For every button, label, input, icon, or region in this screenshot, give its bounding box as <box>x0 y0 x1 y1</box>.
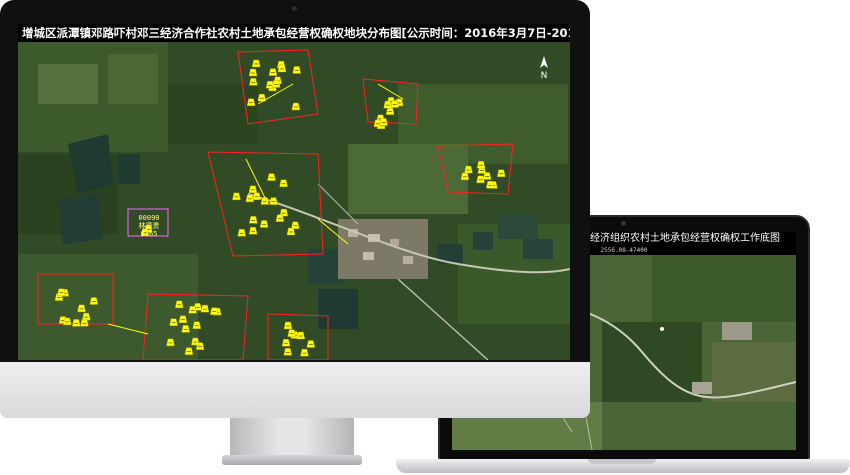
parcel-marker[interactable] <box>77 304 86 313</box>
parcel-marker[interactable] <box>249 78 258 86</box>
parcel-marker[interactable] <box>251 59 261 68</box>
parcel-marker[interactable] <box>62 317 72 326</box>
parcel-marker[interactable] <box>286 227 296 236</box>
map-title: 增城区派潭镇邓路吓村邓三经济合作社农村土地承包经营权确权地块分布图[公示时间：2… <box>18 24 570 42</box>
parcel-marker[interactable] <box>57 288 66 296</box>
parcel-marker[interactable] <box>383 100 392 109</box>
parcel-marker[interactable] <box>72 319 81 327</box>
parcel-marker[interactable] <box>174 300 184 309</box>
parcel-marker[interactable] <box>169 318 178 326</box>
parcel-marker[interactable] <box>476 161 486 169</box>
parcel-marker[interactable] <box>482 172 492 180</box>
parcel-marker[interactable] <box>248 185 258 194</box>
parcel-marker[interactable] <box>210 307 219 315</box>
parcel-marker[interactable] <box>279 179 288 187</box>
parcel-marker[interactable] <box>296 331 306 340</box>
parcel-marker[interactable] <box>275 214 285 222</box>
parcel-marker[interactable] <box>249 216 258 224</box>
monitor-stand-neck <box>230 418 354 460</box>
parcel-marker[interactable] <box>82 312 91 321</box>
parcel-marker[interactable] <box>246 98 256 106</box>
parcel-marker[interactable] <box>89 297 99 305</box>
parcel-marker[interactable] <box>271 80 281 88</box>
parcel-marker[interactable] <box>283 321 293 330</box>
parcel-marker[interactable] <box>192 321 202 329</box>
north-label: N <box>540 71 548 81</box>
satellite-map[interactable] <box>18 24 570 360</box>
parcel-marker[interactable] <box>232 192 241 201</box>
parcel-marker[interactable] <box>245 194 255 203</box>
parcel-marker[interactable] <box>188 306 197 314</box>
parcel-marker[interactable] <box>283 348 293 356</box>
parcel-marker[interactable] <box>292 66 301 74</box>
parcel-marker[interactable] <box>269 197 278 205</box>
parcel-marker[interactable] <box>306 340 316 348</box>
parcel-marker[interactable] <box>379 118 388 126</box>
north-arrow-icon: N <box>539 56 549 81</box>
monitor-camera <box>292 6 297 11</box>
parcel-marker[interactable] <box>268 68 278 76</box>
parcel-marker[interactable] <box>300 348 309 357</box>
parcel-marker[interactable] <box>200 304 210 313</box>
parcel-marker[interactable] <box>166 338 175 347</box>
parcel-marker[interactable] <box>291 102 301 111</box>
parcel-marker[interactable] <box>464 165 473 174</box>
parcel-marker[interactable] <box>281 339 291 347</box>
parcel-marker[interactable] <box>460 172 470 181</box>
monitor-chin <box>0 362 590 418</box>
parcel-owner: 林德贵 <box>138 222 160 230</box>
parcel-marker[interactable] <box>248 227 258 235</box>
monitor-screen: 增城区派潭镇邓路吓村邓三经济合作社农村土地承包经营权确权地块分布图[公示时间：2… <box>18 24 570 360</box>
parcel-marker[interactable] <box>178 315 188 323</box>
parcel-marker[interactable] <box>287 329 296 337</box>
parcel-id: 00090 <box>138 214 160 222</box>
parcel-marker[interactable] <box>485 181 495 189</box>
parcel-marker[interactable] <box>181 325 190 333</box>
parcel-marker[interactable] <box>267 173 276 181</box>
parcel-marker[interactable] <box>476 175 485 184</box>
parcel-marker[interactable] <box>237 229 246 237</box>
parcel-area: 6.65 <box>140 230 158 238</box>
parcel-marker[interactable] <box>184 347 194 355</box>
parcel-marker[interactable] <box>80 319 89 327</box>
parcel-label[interactable]: 00090 林德贵 6.65 <box>129 214 169 238</box>
parcel-marker[interactable] <box>390 100 399 108</box>
parcel-marker[interactable] <box>248 68 258 77</box>
parcel-marker[interactable] <box>385 107 395 115</box>
laptop-notch <box>588 459 656 464</box>
laptop-camera <box>621 221 626 226</box>
parcel-marker[interactable] <box>291 221 300 229</box>
monitor-stand-foot <box>222 455 362 465</box>
parcel-marker[interactable] <box>252 192 261 200</box>
parcel-marker[interactable] <box>277 64 287 73</box>
parcel-marker[interactable] <box>496 169 506 177</box>
parcel-marker[interactable] <box>191 337 200 346</box>
parcel-marker[interactable] <box>259 220 269 228</box>
